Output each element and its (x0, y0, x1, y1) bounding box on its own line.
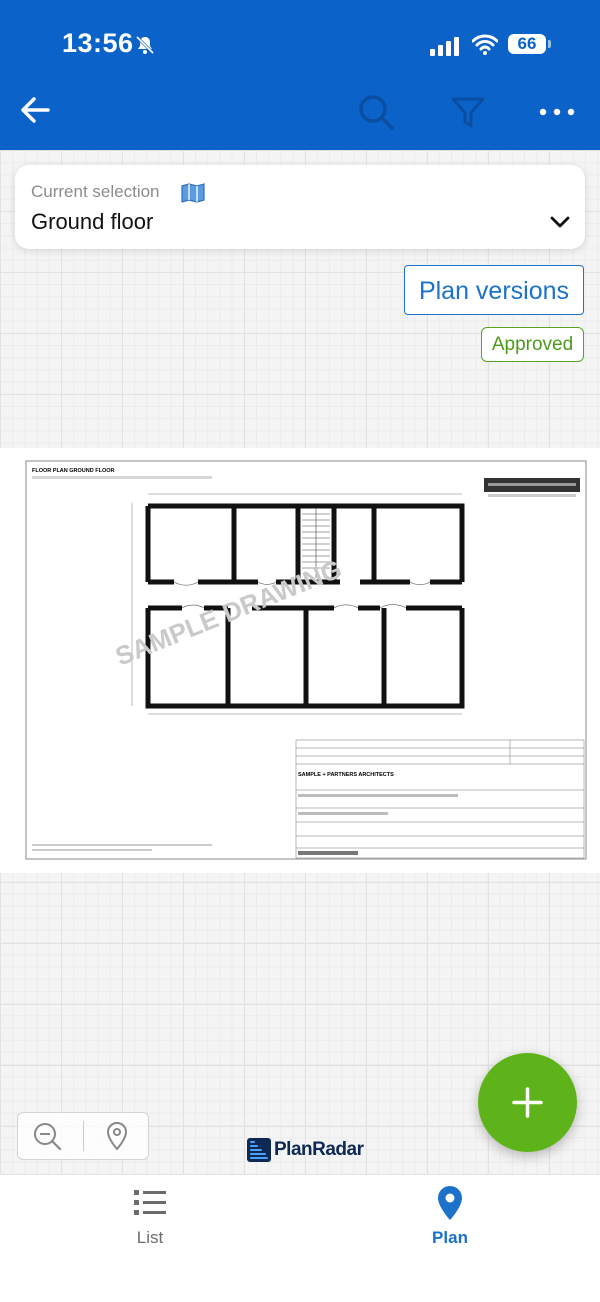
back-arrow-icon[interactable] (18, 92, 54, 128)
planradar-logo: PlanRadar (246, 1137, 364, 1163)
zoom-out-icon[interactable] (32, 1121, 66, 1151)
bottom-tab-bar: List Plan (0, 1174, 600, 1302)
selection-value: Ground floor (31, 209, 154, 234)
app-header: 13:56 66 (0, 0, 600, 150)
drawing-title: FLOOR PLAN GROUND FLOOR (32, 468, 115, 474)
battery-icon: 66 (508, 34, 546, 54)
brand-name: PlanRadar (274, 1139, 364, 1160)
tab-plan[interactable]: Plan (300, 1175, 600, 1302)
tab-plan-label: Plan (432, 1228, 468, 1247)
filter-icon[interactable] (450, 96, 486, 130)
selection-label: Current selection (31, 182, 160, 201)
wifi-icon (472, 34, 498, 55)
floor-plan-svg: FLOOR PLAN GROUND FLOOR SAMPLE DRAWING S… (25, 460, 587, 860)
firm-name: SAMPLE + PARTNERS ARCHITECTS (298, 772, 394, 778)
map-controls (17, 1112, 149, 1160)
add-button[interactable] (478, 1053, 577, 1152)
search-icon[interactable] (356, 92, 396, 132)
signal-icon (430, 37, 459, 56)
status-badge: Approved (481, 327, 584, 362)
more-icon[interactable] (538, 96, 578, 126)
battery-nub (548, 40, 551, 48)
chevron-down-icon[interactable] (549, 215, 571, 229)
bell-off-icon (135, 35, 155, 55)
map-pin-icon (438, 1186, 462, 1220)
list-icon (134, 1190, 166, 1215)
status-time: 13:56 (62, 28, 134, 58)
location-pin-icon[interactable] (105, 1121, 129, 1151)
divider (83, 1121, 84, 1151)
tab-list-label: List (136, 1228, 164, 1247)
plus-icon (512, 1087, 543, 1118)
tab-list[interactable]: List (0, 1175, 300, 1302)
map-icon (181, 183, 205, 203)
floor-plan-drawing[interactable]: FLOOR PLAN GROUND FLOOR SAMPLE DRAWING S… (0, 448, 600, 873)
planradar-logo-icon (247, 1138, 271, 1162)
plan-selector[interactable]: Current selection Ground floor (15, 165, 585, 249)
plan-versions-button[interactable]: Plan versions (404, 265, 584, 315)
